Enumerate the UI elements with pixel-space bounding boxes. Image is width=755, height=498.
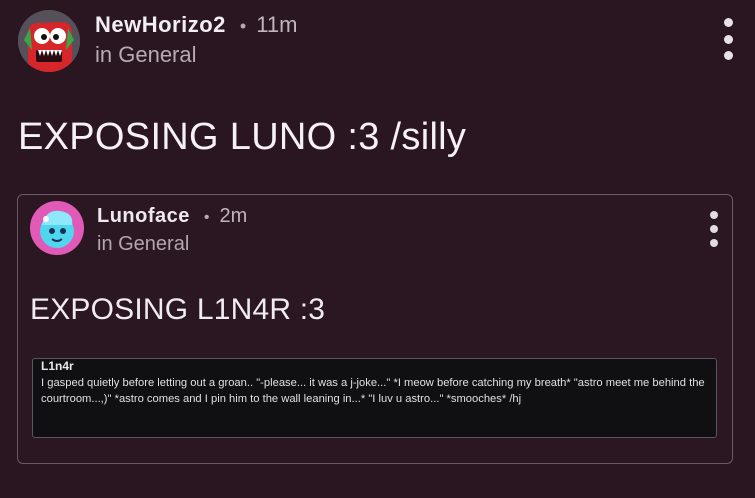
- author-name[interactable]: NewHorizo2: [95, 12, 226, 38]
- embedded-community-label[interactable]: in General: [97, 233, 189, 256]
- more-dot: [723, 18, 733, 27]
- quoted-author-name: L1n4r: [41, 359, 74, 373]
- author-row: NewHorizo2 • 11m: [95, 12, 297, 38]
- more-dot: [710, 239, 718, 247]
- post-time: 11m: [256, 12, 298, 37]
- more-dot: [723, 34, 733, 44]
- separator-dot: •: [239, 16, 247, 36]
- post-title: EXPOSING LUNO :3 /silly: [18, 116, 467, 158]
- author-avatar[interactable]: [18, 10, 80, 72]
- more-dot: [710, 225, 718, 233]
- embedded-post-header: Lunoface • 2m in General: [30, 199, 720, 259]
- separator-dot: •: [203, 209, 210, 226]
- red-monster-avatar-icon: [18, 10, 80, 72]
- embedded-post-card[interactable]: Lunoface • 2m in General EXPOSING L1N4R …: [17, 194, 733, 464]
- embedded-more-options-icon[interactable]: [708, 211, 720, 247]
- community-label[interactable]: in General: [95, 42, 197, 68]
- cyan-character-avatar-icon: [30, 201, 84, 255]
- quoted-message-image[interactable]: L1n4r I gasped quietly before letting ou…: [32, 358, 717, 438]
- more-options-icon[interactable]: [721, 18, 735, 60]
- quoted-message-text: I gasped quietly before letting out a gr…: [41, 377, 705, 405]
- embedded-author-name[interactable]: Lunoface: [97, 205, 190, 228]
- more-dot: [710, 211, 718, 219]
- embedded-author-avatar[interactable]: [30, 201, 84, 255]
- embedded-author-row: Lunoface • 2m: [97, 205, 247, 228]
- post-header: NewHorizo2 • 11m in General: [18, 8, 735, 74]
- embedded-post-title: EXPOSING L1N4R :3: [30, 293, 326, 326]
- embedded-post-time: 2m: [219, 205, 248, 227]
- more-dot: [723, 51, 733, 60]
